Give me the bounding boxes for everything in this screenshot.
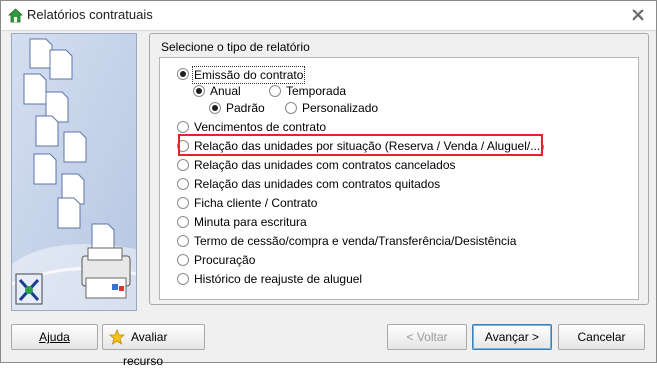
radio-label: Temporada [286, 84, 347, 98]
close-icon[interactable] [630, 7, 646, 23]
wizard-side-image [11, 33, 137, 311]
star-icon [109, 329, 125, 345]
radio-button[interactable] [177, 216, 189, 228]
help-button-label: Ajuda [39, 330, 70, 344]
radio-button[interactable] [209, 102, 221, 114]
radio-label: Emissão do contrato [192, 66, 306, 84]
window-title: Relatórios contratuais [27, 7, 153, 22]
radio-label: Histórico de reajuste de aluguel [194, 272, 363, 286]
group-title: Selecione o tipo de relatório [161, 40, 310, 54]
logo-icon [15, 273, 43, 305]
radio-button[interactable] [177, 235, 189, 247]
highlight-box [178, 134, 543, 156]
rate-feature-label: Avaliar recurso [123, 330, 168, 368]
radio-label: Padrão [226, 101, 265, 115]
radio-label: Anual [210, 84, 241, 98]
cancel-button-label: Cancelar [577, 330, 626, 344]
radio-button[interactable] [177, 159, 189, 171]
radio-button[interactable] [177, 254, 189, 266]
radio-label: Personalizado [302, 101, 379, 115]
radio-button[interactable] [177, 68, 189, 80]
radio-button[interactable] [269, 85, 281, 97]
dialog-window: Relatórios contratuais Selecione o tipo … [0, 0, 657, 368]
radio-button[interactable] [285, 102, 297, 114]
report-type-group: Selecione o tipo de relatório Emissão do… [149, 33, 649, 305]
radio-label: Ficha cliente / Contrato [194, 196, 318, 210]
radio-button[interactable] [177, 197, 189, 209]
radio-label: Termo de cessão/compra e venda/Transferê… [194, 234, 517, 248]
radio-label: Relação das unidades com contratos quita… [194, 177, 441, 191]
next-button[interactable]: Avançar > [472, 324, 552, 350]
radio-button[interactable] [177, 121, 189, 133]
title-bar: Relatórios contratuais [1, 1, 656, 31]
back-button[interactable]: < Voltar [387, 324, 467, 350]
cancel-button[interactable]: Cancelar [558, 324, 645, 350]
back-button-label: < Voltar [406, 330, 448, 344]
report-options-panel: Emissão do contrato Anual Temporada Padr… [159, 57, 639, 300]
radio-label: Vencimentos de contrato [194, 120, 327, 134]
documents-printer-illustration [12, 34, 136, 310]
radio-label: Procuração [194, 253, 256, 267]
rate-feature-button[interactable]: Avaliar recurso [102, 324, 205, 368]
printer-icon [81, 247, 131, 299]
radio-button[interactable] [177, 178, 189, 190]
radio-button[interactable] [193, 85, 205, 97]
help-button[interactable]: Ajuda [11, 324, 98, 350]
radio-button[interactable] [177, 273, 189, 285]
radio-label: Relação das unidades com contratos cance… [194, 158, 456, 172]
next-button-label: Avançar > [484, 330, 540, 344]
radio-label: Minuta para escritura [194, 215, 307, 229]
home-icon [8, 8, 23, 23]
